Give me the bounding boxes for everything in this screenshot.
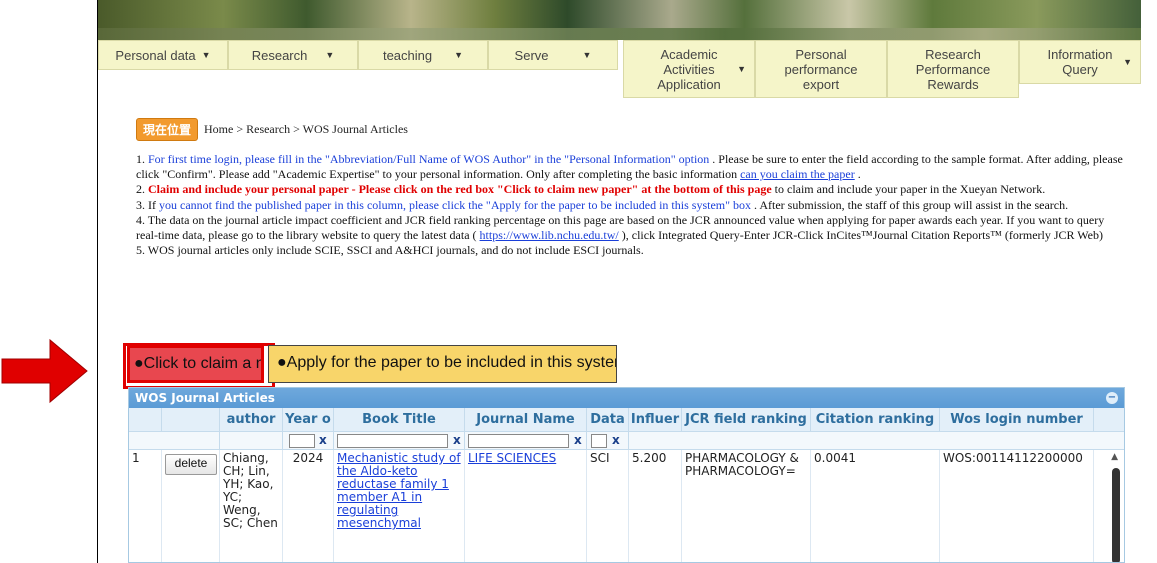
- note-text: 3. If: [136, 197, 159, 212]
- col-header-journal-name[interactable]: Journal Name: [465, 408, 587, 432]
- note-text: 2.: [136, 182, 148, 197]
- page-frame: Personal data ▼ Research ▼ teaching ▼ Serve…: [97, 0, 1141, 563]
- year-filter-input[interactable]: [289, 434, 315, 448]
- cell-influence: 5.200: [629, 450, 682, 562]
- location-badge: 現在位置: [136, 118, 199, 141]
- note-text: you cannot find the published paper in t…: [159, 197, 752, 212]
- nav-label: Academic Activities Application: [657, 46, 721, 92]
- col-header-spacer: [1094, 408, 1124, 432]
- collapse-icon[interactable]: −: [1106, 392, 1118, 404]
- clear-data-filter-icon[interactable]: x: [612, 433, 620, 447]
- paper-title-link[interactable]: Mechanistic study of the Aldo-keto reduc…: [337, 451, 461, 530]
- note-1: 1. For first time login, please fill in …: [136, 152, 1126, 182]
- nav-personal-data[interactable]: Personal data ▼: [98, 40, 228, 70]
- col-header-wos-number[interactable]: Wos login number: [940, 408, 1094, 432]
- clear-year-filter-icon[interactable]: x: [319, 433, 327, 447]
- col-header-citation-ranking[interactable]: Citation ranking: [811, 408, 940, 432]
- nav-label: teaching: [382, 47, 433, 63]
- note-3: 3. If you cannot find the published pape…: [136, 198, 1126, 213]
- col-header-data[interactable]: Data: [587, 408, 629, 432]
- nav-label: Research: [251, 47, 308, 63]
- header-banner-image: [98, 0, 1141, 40]
- nav-serve[interactable]: Serve ▼: [488, 40, 618, 70]
- filter-journal: x: [465, 432, 587, 450]
- title-filter-input[interactable]: [337, 434, 448, 448]
- caret-down-icon: ▼: [201, 50, 211, 60]
- note-text: 1.: [136, 152, 148, 166]
- col-header-index: [129, 408, 162, 432]
- cell-journal: LIFE SCIENCES: [465, 450, 587, 562]
- caret-down-icon: ▼: [737, 63, 746, 74]
- cell-book-title: Mechanistic study of the Aldo-keto reduc…: [334, 450, 465, 562]
- col-header-author[interactable]: author: [220, 408, 283, 432]
- col-header-actions: [162, 408, 220, 432]
- clear-journal-filter-icon[interactable]: x: [574, 433, 582, 447]
- note-text: ), click Integrated Query-Enter JCR-Clic…: [618, 228, 1103, 243]
- main-nav: Personal data ▼ Research ▼ teaching ▼ Serve…: [98, 40, 1141, 100]
- row-actions: delete: [162, 450, 220, 562]
- nav-label: Information Query: [1047, 47, 1113, 77]
- caret-down-icon: ▼: [454, 50, 464, 60]
- wos-journal-grid: WOS Journal Articles − author Year o Boo…: [128, 387, 1125, 563]
- library-link[interactable]: https://www.lib.nchu.edu.tw/: [480, 228, 619, 242]
- nav-personal-performance[interactable]: Personal performance export: [755, 40, 887, 98]
- claim-new-paper-button[interactable]: ●Click to claim a new paper: [127, 345, 264, 383]
- cell-wos-number: WOS:00114112200000: [940, 450, 1094, 562]
- note-5: 5. WOS journal articles only include SCI…: [136, 243, 644, 258]
- journal-link[interactable]: LIFE SCIENCES: [468, 451, 556, 465]
- caret-down-icon: ▼: [1123, 56, 1132, 67]
- clear-title-filter-icon[interactable]: x: [453, 433, 461, 447]
- col-header-jcr-ranking[interactable]: JCR field ranking: [682, 408, 811, 432]
- cell-jcr-ranking: PHARMACOLOGY & PHARMACOLOGY=: [682, 450, 811, 562]
- breadcrumb: Home > Research > WOS Journal Articles: [204, 122, 408, 136]
- scroll-up-icon[interactable]: ▲: [1111, 452, 1118, 462]
- data-filter-input[interactable]: [591, 434, 607, 448]
- note-text: For first time login, please fill in the…: [148, 152, 710, 166]
- grid-caption: WOS Journal Articles −: [129, 388, 1124, 408]
- filter-data: x: [587, 432, 629, 450]
- caret-down-icon: ▼: [325, 50, 335, 60]
- nav-label: Serve: [514, 47, 549, 63]
- filter-cell: [629, 432, 1124, 450]
- vertical-scrollbar[interactable]: [1112, 468, 1120, 562]
- nav-research[interactable]: Research ▼: [228, 40, 358, 70]
- journal-filter-input[interactable]: [468, 434, 569, 448]
- col-header-influence[interactable]: Influer: [629, 408, 682, 432]
- cell-year: 2024: [283, 450, 334, 562]
- cell-author: Chiang, CH; Lin, YH; Kao, YC; Weng, SC; …: [220, 450, 283, 562]
- nav-label: Research Performance Rewards: [915, 46, 991, 92]
- nav-label: Personal performance export: [784, 46, 858, 92]
- filter-year: x: [283, 432, 334, 450]
- nav-teaching[interactable]: teaching ▼: [358, 40, 488, 70]
- note-4: 4. The data on the journal article impac…: [136, 213, 1126, 243]
- cell-citation-ranking: 0.0041: [811, 450, 940, 562]
- apply-paper-inclusion-button[interactable]: ●Apply for the paper to be included in t…: [268, 345, 617, 383]
- grid-title: WOS Journal Articles: [135, 391, 275, 405]
- instructions: 1. For first time login, please fill in …: [136, 152, 1126, 258]
- note-text: Claim and include your personal paper - …: [148, 182, 772, 197]
- note-2: 2. Claim and include your personal paper…: [136, 182, 1126, 197]
- filter-cell: [129, 432, 220, 450]
- filter-cell: [220, 432, 283, 450]
- col-header-book-title[interactable]: Book Title: [334, 408, 465, 432]
- caret-down-icon: ▼: [582, 50, 592, 60]
- cell-data: SCI: [587, 450, 629, 562]
- location-bar: 現在位置 Home > Research > WOS Journal Artic…: [136, 118, 1126, 141]
- row-index: 1: [129, 450, 162, 562]
- delete-button[interactable]: delete: [165, 454, 217, 475]
- nav-academic-activities[interactable]: Academic Activities Application ▼: [623, 40, 755, 98]
- nav-research-rewards[interactable]: Research Performance Rewards: [887, 40, 1019, 98]
- note-text: .: [854, 167, 861, 182]
- note-text: . After submission, the staff of this gr…: [751, 197, 1069, 212]
- filter-title: x: [334, 432, 465, 450]
- red-arrow-icon: [1, 338, 88, 404]
- col-header-year[interactable]: Year o: [283, 408, 334, 432]
- note-text: to claim and include your paper in the X…: [771, 182, 1046, 197]
- nav-label: Personal data: [115, 47, 196, 63]
- claim-paper-link[interactable]: can you claim the paper: [740, 167, 855, 181]
- nav-information-query[interactable]: Information Query ▼: [1019, 40, 1141, 84]
